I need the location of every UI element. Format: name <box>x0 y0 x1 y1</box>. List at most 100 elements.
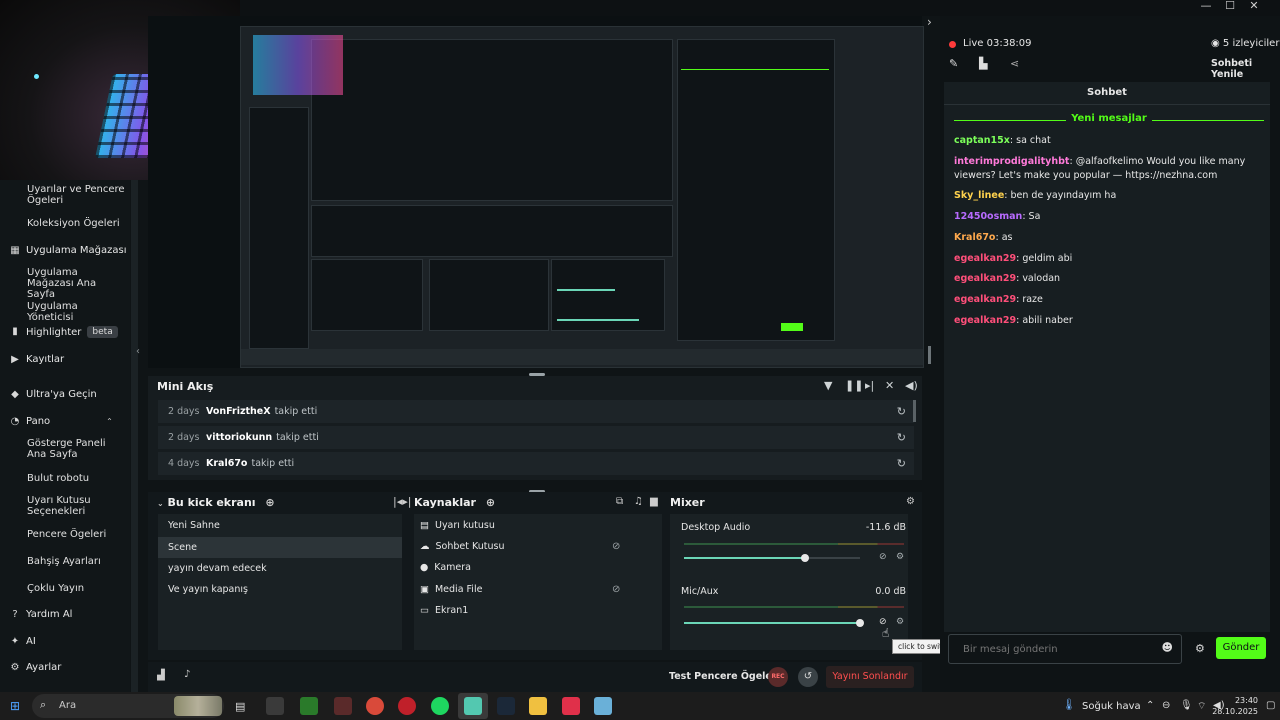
notification-bell-icon[interactable]: ♪ <box>184 669 190 680</box>
edit-icon[interactable]: ✎ <box>949 57 958 70</box>
send-button[interactable]: Gönder <box>1216 637 1266 659</box>
sidebar-item-app-store-home[interactable]: Uygulama Mağazası Ana Sayfa <box>27 267 127 300</box>
sidebar-item-multistream[interactable]: Çoklu Yayın <box>27 583 127 594</box>
add-source-icon[interactable]: ⊕ <box>486 496 495 509</box>
windows-start-icon[interactable]: ⊞ <box>10 699 20 713</box>
chat-username[interactable]: interimprodigalityhbt <box>954 156 1069 167</box>
taskbar-clock[interactable]: 23:40 28.10.2025 <box>1210 695 1258 717</box>
sidebar-item-cloudbot[interactable]: Bulut robotu <box>27 473 127 484</box>
app-icon[interactable] <box>594 697 612 715</box>
chat-username[interactable]: egealkan29 <box>954 273 1016 284</box>
resize-handle[interactable] <box>928 346 931 364</box>
sidebar-item-recordings[interactable]: ▶ Kayıtlar <box>10 354 64 365</box>
source-studio-icon[interactable]: ⧉ <box>616 496 623 507</box>
sidebar-item-ai[interactable]: ✦ AI <box>10 636 36 647</box>
scene-item[interactable]: Ve yayın kapanış <box>158 579 402 600</box>
stats-icon[interactable]: ▟ <box>157 670 165 681</box>
sidebar-item-tip-settings[interactable]: Bahşiş Ayarları <box>27 556 127 567</box>
chat-settings-icon[interactable]: ⚙ <box>1195 642 1205 655</box>
chat-username[interactable]: Kral67o <box>954 232 995 243</box>
sidebar-item-ultra[interactable]: ◆ Ultra'ya Geçin <box>10 389 97 400</box>
replay-icon[interactable]: ↻ <box>897 431 906 444</box>
folder-icon[interactable]: ▆ <box>650 496 658 507</box>
sidebar-item-widgets[interactable]: Pencere Ögeleri <box>27 529 127 540</box>
nvidia-app-icon[interactable] <box>300 697 318 715</box>
pause-icon[interactable]: ❚❚ <box>845 379 863 392</box>
expand-chevron-icon[interactable]: › <box>927 15 932 29</box>
chat-username[interactable]: egealkan29 <box>954 294 1016 305</box>
sidebar-item-app-store[interactable]: ▦ Uygulama Mağazası ⌃ <box>10 245 139 256</box>
sidebar-item-dashboard[interactable]: ◔ Pano ⌃ <box>10 416 113 427</box>
replay-icon[interactable]: ↻ <box>897 457 906 470</box>
sidebar-item-collection[interactable]: Koleksiyon Ögeleri <box>27 218 127 229</box>
sidebar-item-app-manager[interactable]: Uygulama Yöneticisi <box>27 301 127 323</box>
chrome-icon[interactable] <box>366 697 384 715</box>
taskbar-search[interactable]: ⌕ Ara <box>32 694 224 718</box>
minimize-button[interactable]: — <box>1196 0 1216 12</box>
source-item[interactable]: ▭ Ekran1 <box>420 605 468 616</box>
app-icon[interactable] <box>334 697 352 715</box>
mute-icon[interactable]: ⊘ <box>879 552 887 562</box>
close-button[interactable]: ✕ <box>1244 0 1264 12</box>
chat-username[interactable]: egealkan29 <box>954 315 1016 326</box>
sidebar-item-alerts-widgets[interactable]: Uyarılar ve Pencere Ögeleri <box>27 184 127 206</box>
sidebar-item-highlighter[interactable]: ▮ Highlighter beta <box>10 326 118 338</box>
scene-transitions-icon[interactable]: |◂▸| <box>393 495 411 508</box>
add-scene-icon[interactable]: ⊕ <box>265 496 274 509</box>
chat-message-input[interactable] <box>961 641 1155 657</box>
weather-label[interactable]: Soğuk hava <box>1082 701 1141 712</box>
source-audio-icon[interactable]: ♫ <box>634 496 643 507</box>
microphone-icon[interactable]: 🎙 <box>1180 700 1193 711</box>
test-widgets-button[interactable]: Test Pencere Ögeleri <box>669 671 780 682</box>
chat-input-box[interactable]: ☻ <box>948 634 1182 664</box>
sidebar-item-alertbox-options[interactable]: Uyarı Kutusu Seçenekleri <box>27 495 127 517</box>
collapse-chevron-icon[interactable]: ‹ <box>136 346 140 357</box>
chat-username[interactable]: Sky_linee <box>954 190 1004 201</box>
notifications-icon[interactable]: ▢ <box>1266 700 1275 711</box>
store-app-icon[interactable] <box>266 697 284 715</box>
emoji-icon[interactable]: ☻ <box>1162 641 1173 654</box>
scene-item[interactable]: yayın devam edecek <box>158 558 402 579</box>
scene-item[interactable]: Yeni Sahne <box>158 515 402 536</box>
source-item[interactable]: ▣ Media File <box>420 584 482 595</box>
share-icon[interactable]: ⋖ <box>1010 57 1019 70</box>
task-view-icon[interactable]: ▤ <box>235 700 245 713</box>
chat-username[interactable]: egealkan29 <box>954 253 1016 264</box>
tray-chevron-icon[interactable]: ⌃ <box>1146 700 1154 711</box>
tray-app-icon[interactable]: ⊖ <box>1162 700 1170 711</box>
eye-hidden-icon[interactable]: ⊘ <box>612 541 620 552</box>
stream-preview[interactable] <box>240 26 924 368</box>
app-icon[interactable] <box>562 697 580 715</box>
volume-knob[interactable] <box>801 554 809 562</box>
filter-icon[interactable]: ▼ <box>824 379 832 392</box>
source-item[interactable]: ● Kamera <box>420 562 471 573</box>
copy-icon[interactable]: ▙ <box>979 57 987 70</box>
network-icon[interactable]: ⌔ <box>1197 700 1206 713</box>
maximize-button[interactable]: ☐ <box>1220 0 1240 12</box>
file-explorer-icon[interactable] <box>529 697 547 715</box>
sidebar-item-help[interactable]: ? Yardım Al <box>10 609 72 620</box>
chat-username[interactable]: 12450osman <box>954 211 1022 222</box>
volume-icon[interactable]: ◀) <box>905 379 918 392</box>
end-stream-button[interactable]: Yayını Sonlandır <box>826 666 914 688</box>
eye-hidden-icon[interactable]: ⊘ <box>612 584 620 595</box>
spotify-icon[interactable] <box>431 697 449 715</box>
skip-icon[interactable]: ▸| <box>865 379 874 392</box>
opera-icon[interactable] <box>398 697 416 715</box>
channel-settings-icon[interactable]: ⚙ <box>896 617 904 627</box>
sidebar-item-dashboard-home[interactable]: Gösterge Paneli Ana Sayfa <box>27 438 127 460</box>
chat-username[interactable]: captan15x <box>954 135 1010 146</box>
source-item[interactable]: ☁ Sohbet Kutusu <box>420 541 504 552</box>
refresh-chat-button[interactable]: Sohbeti Yenile <box>1211 58 1280 80</box>
steam-icon[interactable] <box>497 697 515 715</box>
volume-slider[interactable] <box>684 554 860 562</box>
chevron-down-icon[interactable]: ⌄ <box>157 499 164 508</box>
mixer-settings-icon[interactable]: ⚙ <box>906 496 915 507</box>
volume-knob[interactable] <box>856 619 864 627</box>
volume-slider[interactable] <box>684 619 864 627</box>
replay-buffer-icon[interactable]: ↺ <box>798 667 818 687</box>
record-button[interactable]: REC <box>768 667 788 687</box>
replay-icon[interactable]: ↻ <box>897 405 906 418</box>
streamlabs-icon[interactable] <box>464 697 482 715</box>
scene-item-selected[interactable]: Scene <box>158 537 402 558</box>
